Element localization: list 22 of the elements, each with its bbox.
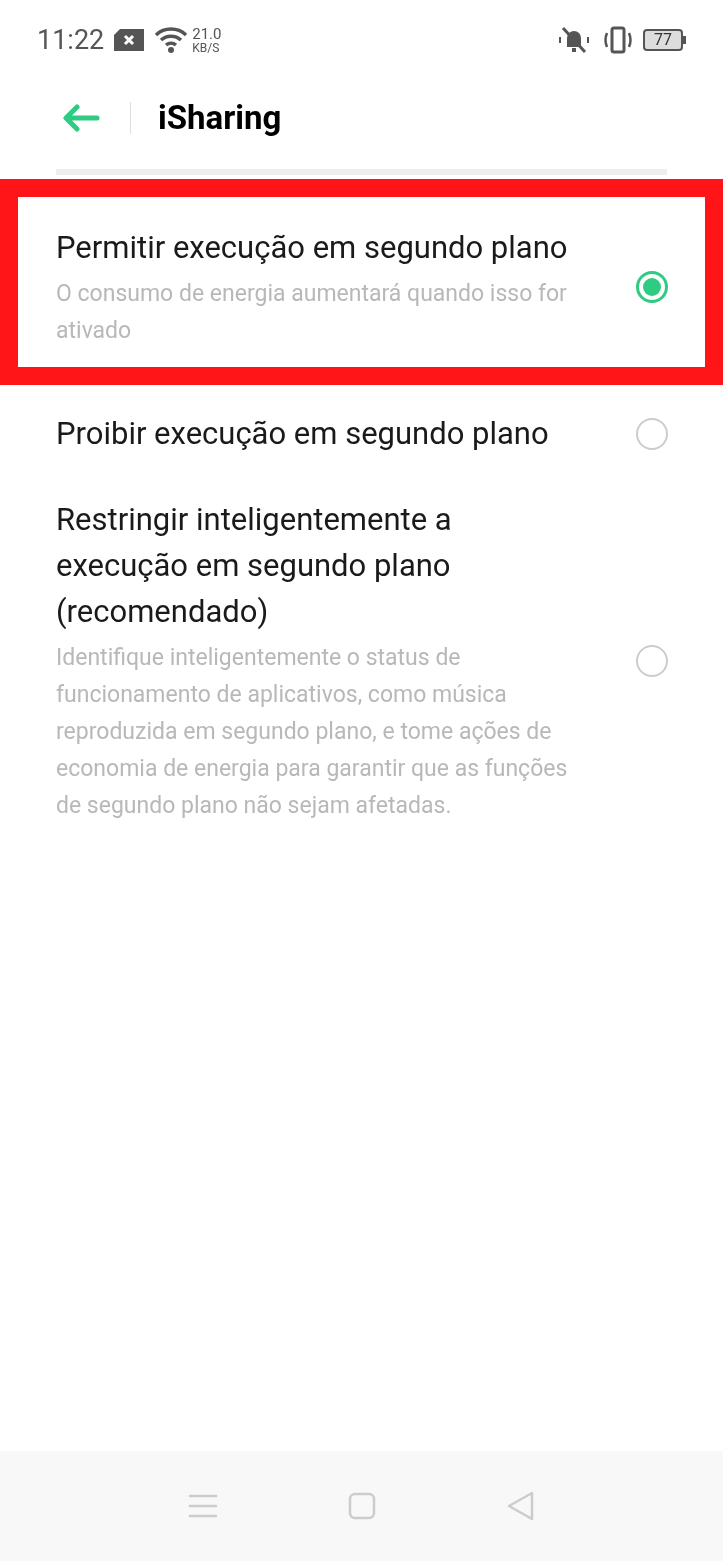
radio-button[interactable]: [636, 418, 668, 450]
network-speed: 21.0: [192, 26, 222, 42]
option-row[interactable]: Proibir execução em segundo plano: [0, 397, 723, 471]
vibrate-icon: [603, 25, 633, 55]
network-speed-unit: KB/S: [192, 41, 221, 54]
sim-error-icon: [114, 29, 145, 51]
option-row[interactable]: Permitir execução em segundo plano O consumo de energia aumentará quando isso for ativado: [18, 225, 705, 349]
radio-button[interactable]: [636, 271, 668, 303]
muted-bell-icon: [557, 25, 591, 55]
option-title: Restringir inteligentemente a execução em segundo plano (recomendado): [56, 500, 453, 632]
option-description: Identifique inteligentemente o status de funcionamento de aplicativos, como música reproduzida em segundo plano, e tome ações de economia de energia para garantir que as funções de segundo plano não sejam afetadas.: [56, 643, 569, 821]
home-icon[interactable]: [347, 1492, 376, 1520]
menu-icon[interactable]: [187, 1493, 218, 1519]
option-description: O consumo de energia aumentará quando isso for ativado: [56, 279, 568, 346]
clock: 11:22: [37, 22, 105, 58]
radio-button[interactable]: [636, 644, 668, 677]
wifi-icon: [154, 26, 189, 54]
page-title: iSharing: [158, 96, 282, 139]
option-title: Proibir execução em segundo plano: [56, 414, 550, 454]
back-icon[interactable]: [505, 1490, 536, 1522]
option-title: Permitir execução em segundo plano: [56, 228, 569, 268]
battery-indicator: 77: [643, 29, 686, 51]
